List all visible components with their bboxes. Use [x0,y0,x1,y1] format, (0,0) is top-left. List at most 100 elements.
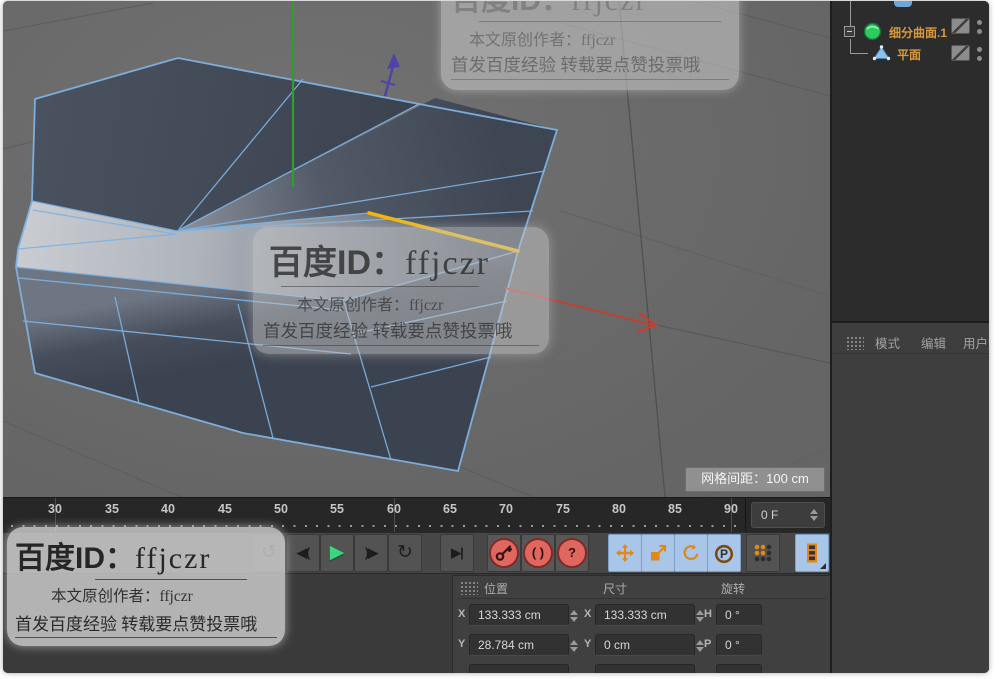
tab-mode[interactable]: 模式 [875,333,900,352]
menu-corner-indicator [820,563,826,569]
animation-palette-button[interactable] [795,534,829,572]
layer-toggle[interactable] [951,45,970,61]
move-icon [616,544,634,562]
size-z-field[interactable] [595,664,695,673]
subdivision-surface-icon[interactable] [863,22,882,41]
watermark-footer-line: 首发百度经验 转载要点赞投票哦 [15,610,277,638]
size-x-field[interactable]: 133.333 cm [595,604,704,626]
coordinates-panel: 位置 尺寸 旋转 X 133.333 cm X 133.333 cm H 0 °… [452,575,830,673]
object-name[interactable]: 平面 [897,46,921,63]
next-key-button[interactable]: )▶ [354,534,388,572]
rot-axis-label: H [704,608,712,620]
field-spinner[interactable] [570,610,578,622]
plane-icon[interactable] [872,44,891,62]
autokey-parens-icon: ( ) [523,538,553,568]
rotate-icon [683,544,699,561]
size-section-label: 尺寸 [603,582,628,596]
rotation-section-label: 旋转 [721,582,746,596]
cinema4d-window: 网格间距：100 cm 细分曲面.1 平面 模式 编辑 用户 30 35 40 … [3,1,989,673]
position-x-field[interactable]: 133.333 cm [469,604,578,626]
key-icon [489,538,519,568]
filmstrip-icon [807,543,817,563]
layer-toggle[interactable] [951,18,970,34]
p-letter: P [719,547,728,561]
rot-axis-label: P [704,638,712,650]
ruler-tick-label: 40 [161,502,175,516]
rotation-h-field[interactable]: 0 ° [716,604,762,626]
ruler-tick-label: 35 [105,502,119,516]
object-row-plane[interactable]: 平面 [832,43,989,63]
frame-field-zone: 0 F [745,497,830,532]
move-tool-button[interactable] [608,534,642,572]
ruler-tick-label: 45 [218,502,232,516]
tab-user-data[interactable]: 用户数据 [963,333,989,352]
render-visibility-dot[interactable] [977,29,982,34]
field-spinner[interactable] [570,640,578,652]
ruler-tick-label: 85 [668,502,682,516]
object-name[interactable]: 细分曲面.1 [889,24,947,41]
autokey-button[interactable]: ( ) [521,534,555,572]
goto-end-loop-button[interactable]: ↻ [388,534,422,572]
editor-visibility-dot[interactable] [977,47,982,52]
record-keyframe-button[interactable] [487,534,521,572]
z-axis-arrow [380,53,400,97]
ruler-tick-label: 65 [443,502,457,516]
scale-icon [651,544,667,561]
right-panel-column: 细分曲面.1 平面 模式 编辑 用户 [830,1,989,673]
ruler-tick-label: 70 [499,502,513,516]
render-visibility-dot[interactable] [977,56,982,61]
ruler-tick-label: 80 [612,502,626,516]
previous-key-button[interactable]: ◀( [286,534,320,572]
keying-options-button[interactable]: ? [555,534,589,572]
rotate-tool-button[interactable] [674,534,708,572]
tree-collapse-toggle[interactable] [844,26,855,37]
play-to-end-button[interactable]: ▶| [440,534,474,572]
frame-spinner[interactable] [810,509,818,521]
watermark-rule [281,286,479,287]
position-z-field[interactable] [469,664,569,673]
ruler-tick-label: 60 [387,502,401,516]
p-coordinate-button[interactable]: P [707,534,741,572]
snap-dots-button[interactable] [746,534,780,572]
rotation-b-field[interactable] [716,664,762,673]
pos-axis-label: Y [458,638,466,650]
field-spinner[interactable] [696,640,704,652]
attribute-manager-panel: 模式 编辑 用户数据 [832,323,989,673]
attribute-manager-header: 模式 编辑 用户数据 [832,329,989,354]
watermark-author-line: 本文原创作者：ffjczr [469,32,616,49]
ruler-tick-label: 50 [274,502,288,516]
watermark-footer-line: 首发百度经验 转载要点赞投票哦 [263,318,539,346]
grid-spacing-label: 网格间距：100 cm [685,467,825,492]
watermark-title: 百度ID：ffjczr [269,244,490,282]
play-button[interactable]: ▶ [320,534,354,572]
object-row-subdivision[interactable]: 细分曲面.1 [832,18,989,42]
watermark-center: 百度ID：ffjczr 本文原创作者：ffjczr 首发百度经验 转载要点赞投票… [253,227,549,354]
tab-edit[interactable]: 编辑 [921,333,946,352]
screenshot-page: 网格间距：100 cm 细分曲面.1 平面 模式 编辑 用户 30 35 40 … [0,0,1000,679]
header-divider [457,598,826,599]
panel-grip-icon[interactable] [460,581,478,595]
editor-visibility-dot[interactable] [977,20,982,25]
question-icon: ? [557,538,587,568]
position-y-field[interactable]: 28.784 cm [469,634,578,656]
panel-grip-icon[interactable] [846,336,864,350]
size-axis-label: Y [584,638,592,650]
watermark-footer-line: 首发百度经验 转载要点赞投票哦 [451,52,729,80]
ruler-tick-label: 30 [48,502,62,516]
size-axis-label: X [584,608,592,620]
watermark-title: 百度ID：ffjczr [451,1,729,19]
object-manager-panel[interactable]: 细分曲面.1 平面 [832,1,989,323]
field-spinner[interactable] [696,610,704,622]
watermark-rule [479,21,721,22]
watermark-rule [95,579,247,580]
size-y-field[interactable]: 0 cm [595,634,704,656]
watermark-author-line: 本文原创作者：ffjczr [51,588,193,605]
scale-tool-button[interactable] [641,534,675,572]
watermark-bottom-left: 百度ID：ffjczr 本文原创作者：ffjczr 首发百度经验 转载要点赞投票… [7,527,285,646]
cutoff-object-icon [894,1,912,7]
ruler-tick-label: 90 [724,502,738,516]
rotation-p-field[interactable]: 0 ° [716,634,762,656]
watermark-top: 百度ID：ffjczr 本文原创作者：ffjczr 首发百度经验 转载要点赞投票… [441,1,739,90]
ruler-tick-label: 55 [330,502,344,516]
watermark-author-line: 本文原创作者：ffjczr [297,297,444,314]
